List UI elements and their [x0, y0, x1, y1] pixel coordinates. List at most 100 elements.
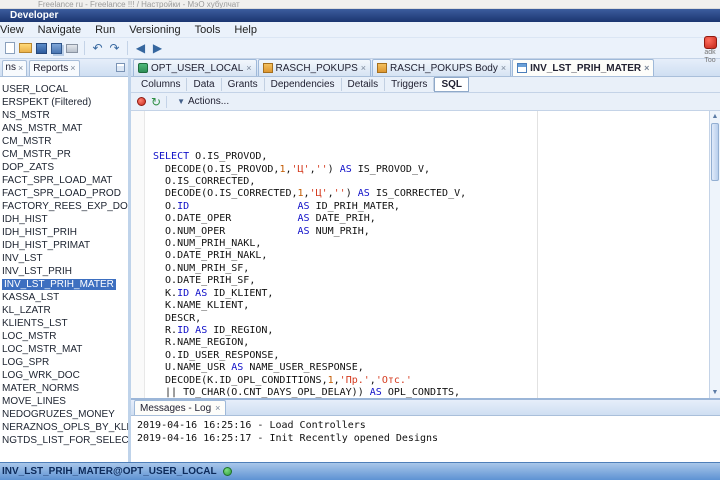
scrollbar-thumb[interactable]	[711, 123, 719, 181]
code-lines[interactable]: SELECT O.IS_PROVOD, DECODE(O.IS_PROVOD,1…	[145, 111, 709, 398]
subtab-columns[interactable]: Columns	[135, 78, 188, 91]
tree-item[interactable]: IDH_HIST	[0, 213, 128, 226]
menu-versioning[interactable]: Versioning	[122, 24, 187, 36]
tree-item[interactable]: MOVE_LINES	[0, 395, 128, 408]
code-token: ''	[315, 163, 328, 175]
editor-tab-label: OPT_USER_LOCAL	[151, 62, 244, 74]
editor-tab-rasch_pokups[interactable]: RASCH_POKUPS ×	[257, 59, 372, 76]
tree-item[interactable]: IDH_HIST_PRIH	[0, 226, 128, 239]
tree-item[interactable]: CM_MSTR_PR	[0, 148, 128, 161]
log-tab[interactable]: Messages - Log ×	[134, 400, 227, 415]
pkg-icon	[262, 63, 273, 73]
tree-item[interactable]: INV_LST	[0, 252, 128, 265]
tree-item[interactable]: NS_MSTR	[0, 109, 128, 122]
close-icon[interactable]: ×	[18, 63, 23, 73]
refresh-icon[interactable]: ↻	[151, 96, 161, 108]
tree-item[interactable]: FACT_SPR_LOAD_PROD	[0, 187, 128, 200]
undo-icon[interactable]: ↶	[91, 41, 104, 55]
tree-item[interactable]: LOC_MSTR	[0, 330, 128, 343]
code-token: O.ID_USER_RESPONSE,	[153, 349, 280, 361]
tree-item[interactable]: MATER_NORMS	[0, 382, 128, 395]
overlay-badge[interactable]: adk Too	[702, 36, 718, 65]
redo-icon[interactable]: ↷	[108, 41, 121, 55]
tree-item[interactable]: LOC_MSTR_MAT	[0, 343, 128, 356]
editor-scrollbar[interactable]: ▲ ▼	[709, 111, 720, 398]
back-icon[interactable]: ◀	[134, 41, 147, 55]
save-icon[interactable]	[36, 42, 47, 54]
panel-menu-icon[interactable]	[116, 63, 125, 72]
log-tab-bar: Messages - Log ×	[131, 400, 720, 416]
toolbar-separator	[127, 41, 128, 55]
status-bar: INV_LST_PRIH_MATER@OPT_USER_LOCAL	[0, 462, 720, 480]
menu-navigate[interactable]: Navigate	[31, 24, 88, 36]
code-token: O.DATE_OPER	[153, 213, 298, 225]
tree-item[interactable]: KLIENTS_LST	[0, 317, 128, 330]
code-token: IS_CORRECTED_V,	[369, 188, 467, 200]
tree-item[interactable]: NGTDS_LIST_FOR_SELECT	[0, 434, 128, 447]
code-token: R.	[153, 324, 178, 336]
sidebar-tab-connections[interactable]: Connections×	[2, 59, 28, 76]
close-icon[interactable]: ×	[644, 63, 649, 73]
menu-view[interactable]: View	[0, 24, 31, 36]
close-icon[interactable]: ×	[70, 63, 75, 73]
editor-tab-opt_user_local[interactable]: OPT_USER_LOCAL ×	[133, 59, 257, 76]
tree-item[interactable]: NEDOGRUZES_MONEY	[0, 408, 128, 421]
new-file-icon[interactable]	[5, 42, 15, 54]
scroll-down-icon[interactable]: ▼	[710, 387, 720, 398]
editor-tab-inv_lst_prih_mater[interactable]: INV_LST_PRIH_MATER ×	[512, 59, 655, 76]
tree-item[interactable]: INV_LST_PRIH	[0, 265, 128, 278]
close-icon[interactable]: ×	[501, 63, 506, 73]
tree-item[interactable]: DOP_ZATS	[0, 161, 128, 174]
main-toolbar: ↶ ↷ ◀ ▶	[0, 38, 720, 59]
code-token: AS	[357, 188, 370, 200]
code-line: O.NUM_PRIH_NAKL,	[153, 238, 709, 250]
close-icon[interactable]: ×	[246, 63, 251, 73]
menu-run[interactable]: Run	[88, 24, 122, 36]
tree-item[interactable]: LOG_WRK_DOC	[0, 369, 128, 382]
overlay-badge-icon[interactable]	[703, 36, 717, 49]
subtab-dependencies[interactable]: Dependencies	[265, 78, 342, 91]
forward-icon[interactable]: ▶	[151, 41, 164, 55]
menu-help[interactable]: Help	[227, 24, 264, 36]
tree-item[interactable]: NERAZNOS_OPLS_BY_KLN	[0, 421, 128, 434]
actions-dropdown-label: Actions...	[187, 96, 230, 107]
tree-item-label: NS_MSTR	[2, 110, 50, 121]
open-folder-icon[interactable]	[19, 43, 32, 53]
tree-item[interactable]: CM_MSTR	[0, 135, 128, 148]
tree-item[interactable]: IDH_HIST_PRIMAT	[0, 239, 128, 252]
scroll-up-icon[interactable]: ▲	[710, 111, 720, 122]
subtab-sql[interactable]: SQL	[434, 77, 469, 92]
tree-item[interactable]: FACTORY_REES_EXP_DOC	[0, 200, 128, 213]
tree-item[interactable]: FACT_SPR_LOAD_MAT	[0, 174, 128, 187]
tree-item-label: FACTORY_REES_EXP_DOC	[2, 201, 128, 212]
code-token: OPL_CONDITS,	[381, 386, 461, 398]
tree-item[interactable]: KL_LZATR	[0, 304, 128, 317]
subtab-data[interactable]: Data	[187, 78, 222, 91]
code-token: O.DATE_PRIH_NAKL,	[153, 250, 268, 262]
subtab-triggers[interactable]: Triggers	[385, 78, 435, 91]
tree-item[interactable]: ERSPEKT (Filtered)	[0, 96, 128, 109]
tree-item[interactable]: USER_LOCAL	[0, 83, 128, 96]
subtab-grants[interactable]: Grants	[222, 78, 265, 91]
code-token: AS	[195, 324, 208, 336]
tree-item[interactable]: ANS_MSTR_MAT	[0, 122, 128, 135]
sql-editor[interactable]: SELECT O.IS_PROVOD, DECODE(O.IS_PROVOD,1…	[131, 111, 720, 398]
subtab-details[interactable]: Details	[342, 78, 386, 91]
actions-dropdown[interactable]: ▼ Actions...	[172, 95, 234, 108]
menu-tools[interactable]: Tools	[188, 24, 228, 36]
code-token: )	[327, 163, 340, 175]
save-all-icon[interactable]	[51, 42, 62, 54]
print-icon[interactable]	[66, 43, 78, 53]
close-icon[interactable]: ×	[215, 403, 220, 413]
tree-item[interactable]: KASSA_LST	[0, 291, 128, 304]
close-icon[interactable]: ×	[361, 63, 366, 73]
code-token: DESCR,	[153, 312, 202, 324]
editor-tab-rasch_pokups-body[interactable]: RASCH_POKUPS Body ×	[372, 59, 512, 76]
pin-icon[interactable]	[137, 97, 146, 106]
code-token: O.NUM_PRIH_NAKL,	[153, 238, 262, 250]
sidebar-tab-bar: Connections×Reports×	[0, 59, 128, 77]
pkg-icon	[377, 63, 388, 73]
tree-item[interactable]: INV_LST_PRIH_MATER	[0, 278, 128, 291]
sidebar-tab-reports[interactable]: Reports ×	[29, 59, 80, 76]
tree-item[interactable]: LOG_SPR	[0, 356, 128, 369]
